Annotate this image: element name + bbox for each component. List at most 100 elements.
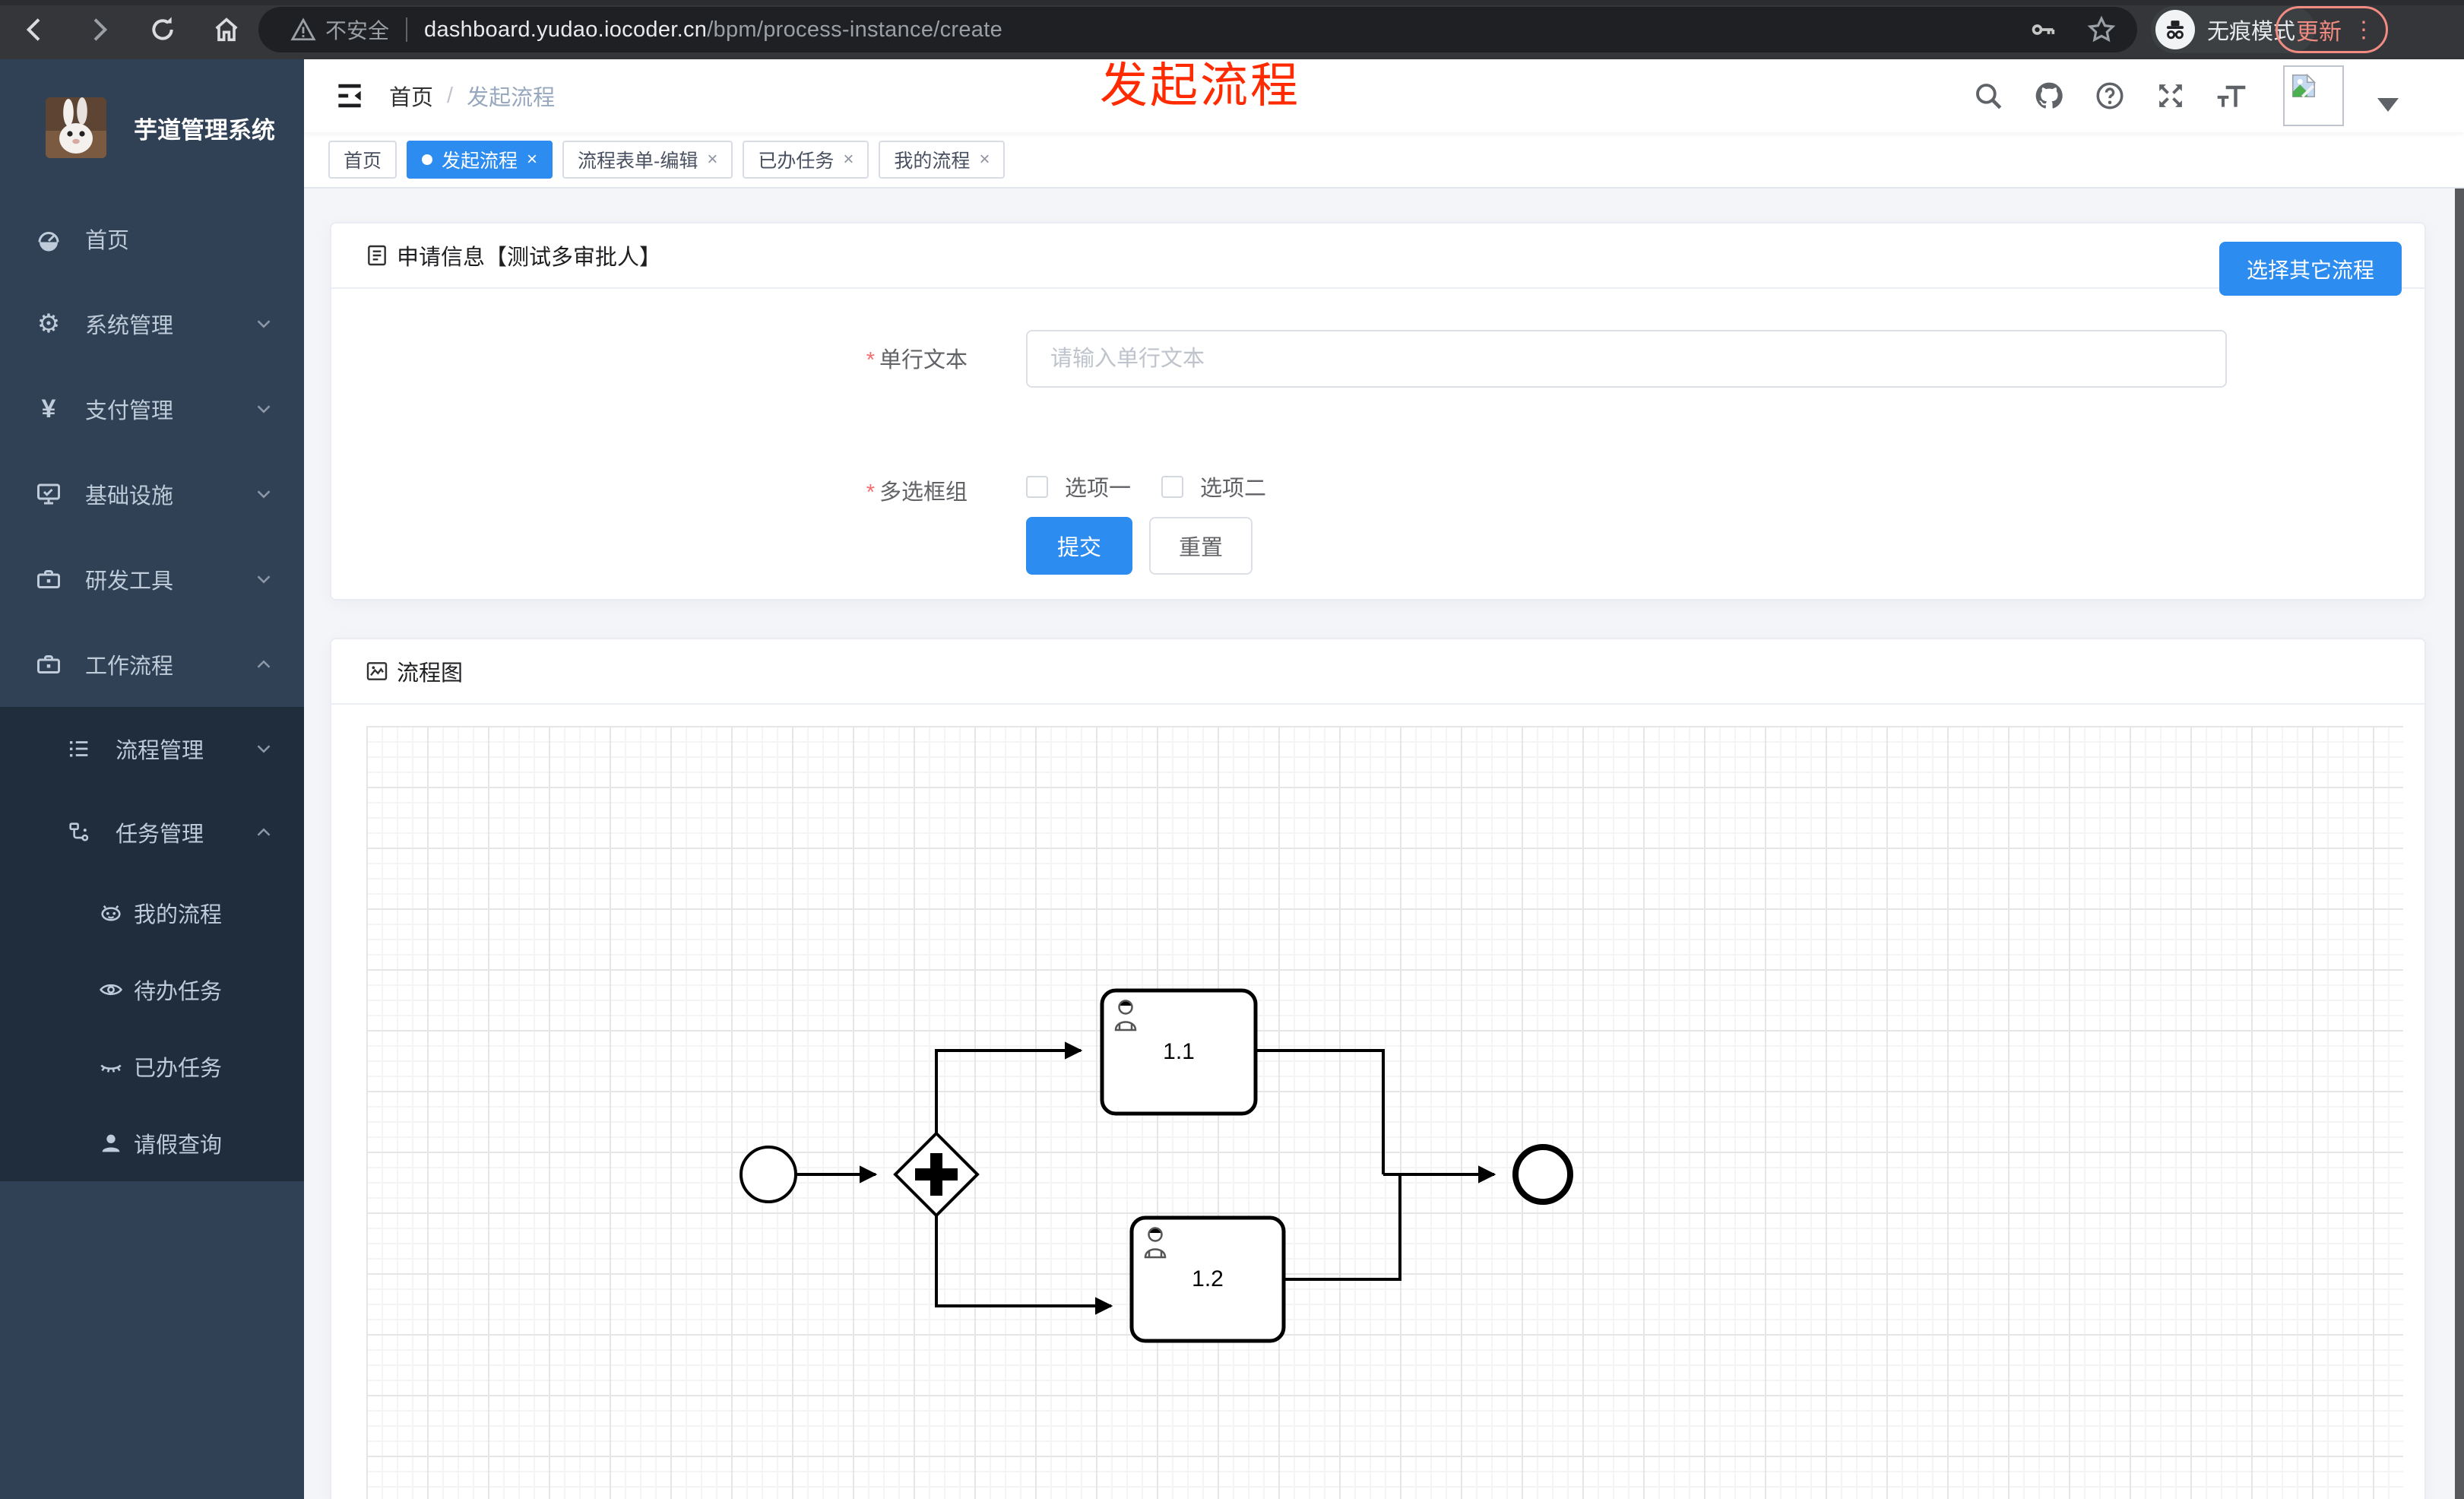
choose-other-process-button[interactable]: 选择其它流程 xyxy=(2219,242,2402,296)
tag-tab-done-tasks[interactable]: 已办任务 × xyxy=(743,141,869,179)
breadcrumb: 首页 / 发起流程 xyxy=(389,59,555,132)
insecure-warning-icon[interactable] xyxy=(290,17,316,43)
sidebar-item-todo-tasks[interactable]: 待办任务 xyxy=(0,951,304,1028)
sidebar-item-done-tasks[interactable]: 已办任务 xyxy=(0,1028,304,1104)
page-header: 首页 / 发起流程 xyxy=(304,59,2464,132)
close-icon[interactable]: × xyxy=(527,151,537,169)
bpmn-parallel-gateway[interactable] xyxy=(893,1131,980,1218)
help-icon[interactable] xyxy=(2090,76,2130,116)
close-icon[interactable]: × xyxy=(979,151,990,169)
sidebar-item-workflow[interactable]: 工作流程 xyxy=(0,622,304,707)
app-logo-row[interactable]: 芋道管理系统 xyxy=(0,59,304,196)
submit-button[interactable]: 提交 xyxy=(1026,517,1132,575)
sidebar-item-devtools[interactable]: 研发工具 xyxy=(0,537,304,622)
close-icon[interactable]: × xyxy=(843,151,854,169)
browser-tabstrip xyxy=(0,0,2464,5)
svg-text:1.1: 1.1 xyxy=(1163,1039,1195,1064)
breadcrumb-home[interactable]: 首页 xyxy=(389,80,433,112)
tag-tab-form-edit[interactable]: 流程表单-编辑 × xyxy=(562,141,733,179)
sidebar: 芋道管理系统 首页 ⚙ 系统管理 ¥ 支付管理 基础设施 研发工具 工作流程 流… xyxy=(0,59,304,1499)
chevron-down-icon xyxy=(252,398,275,420)
single-line-text-input[interactable] xyxy=(1026,330,2227,388)
user-avatar[interactable] xyxy=(2283,65,2344,126)
breadcrumb-separator: / xyxy=(447,83,454,108)
page-scrollbar[interactable] xyxy=(2455,59,2464,1499)
font-size-icon[interactable] xyxy=(2212,76,2251,116)
svg-text:1.2: 1.2 xyxy=(1192,1266,1224,1291)
chevron-down-icon xyxy=(252,737,275,760)
chevron-down-icon xyxy=(252,312,275,335)
password-key-icon[interactable] xyxy=(2028,14,2058,45)
checkbox-group: 选项一 选项二 xyxy=(1026,471,1266,502)
main-content: 申请信息【测试多审批人】 选择其它流程 *单行文本 *多选框组 选项一 选项二 … xyxy=(304,189,2464,1499)
toolbox-icon xyxy=(33,566,64,593)
chevron-up-icon xyxy=(252,821,275,844)
url-bar[interactable]: 不安全 dashboard.yudao.iocoder.cn/bpm/proce… xyxy=(258,7,2137,52)
chevron-up-icon xyxy=(252,653,275,676)
browser-forward-button[interactable] xyxy=(79,10,119,49)
tree-list-icon xyxy=(64,736,94,762)
bookmark-star-icon[interactable] xyxy=(2086,14,2117,46)
tags-view-bar: 首页 发起流程 × 流程表单-编辑 × 已办任务 × 我的流程 × xyxy=(304,132,2464,189)
document-icon xyxy=(365,243,389,268)
eye-closed-icon xyxy=(96,1054,126,1079)
sidebar-item-home[interactable]: 首页 xyxy=(0,196,304,281)
active-dot xyxy=(422,154,433,165)
red-annotation-text: 发起流程 xyxy=(1100,59,1300,113)
form-card-title: 申请信息【测试多审批人】 xyxy=(397,246,662,270)
chevron-down-icon xyxy=(252,568,275,591)
url-security-label[interactable]: 不安全 xyxy=(325,14,389,45)
bpmn-start-event[interactable] xyxy=(740,1146,797,1203)
tag-tab-start-process[interactable]: 发起流程 × xyxy=(407,141,553,179)
picture-icon xyxy=(365,659,389,683)
checkbox-group-label: * 多选框组 xyxy=(866,480,968,505)
close-icon[interactable]: × xyxy=(707,151,717,169)
checkbox-option-2[interactable]: 选项二 xyxy=(1161,471,1266,502)
tag-tab-home[interactable]: 首页 xyxy=(328,141,397,179)
robot-face-icon xyxy=(96,900,126,926)
sidebar-item-payment[interactable]: ¥ 支付管理 xyxy=(0,366,304,452)
eye-open-icon xyxy=(96,977,126,1003)
broken-image-icon xyxy=(2291,73,2317,98)
checkbox-option-1[interactable]: 选项一 xyxy=(1026,471,1131,502)
browser-update-button[interactable]: 更新 ⋮ xyxy=(2276,6,2388,53)
app-title: 芋道管理系统 xyxy=(134,116,275,144)
incognito-icon xyxy=(2155,10,2195,49)
bpmn-user-task-1-2[interactable]: 1.2 xyxy=(1129,1215,1286,1343)
diagram-card-title: 流程图 xyxy=(397,661,464,686)
url-separator xyxy=(406,17,408,42)
sidebar-item-task-mgmt[interactable]: 任务管理 xyxy=(0,791,304,874)
monitor-icon xyxy=(33,480,64,508)
flow-branch-icon xyxy=(64,819,94,845)
sidebar-item-leave-query[interactable]: 请假查询 xyxy=(0,1104,304,1181)
sidebar-item-process-mgmt[interactable]: 流程管理 xyxy=(0,707,304,791)
fullscreen-icon[interactable] xyxy=(2151,76,2190,116)
browser-reload-button[interactable] xyxy=(143,10,182,49)
sidebar-item-system[interactable]: ⚙ 系统管理 xyxy=(0,281,304,366)
avatar-dropdown-caret[interactable] xyxy=(2377,98,2399,112)
bpmn-canvas[interactable]: 1.1 1.2 xyxy=(366,726,2403,1499)
github-icon[interactable] xyxy=(2029,76,2069,116)
checkbox-icon[interactable] xyxy=(1026,475,1048,498)
yen-icon: ¥ xyxy=(41,395,56,423)
sidebar-item-my-process[interactable]: 我的流程 xyxy=(0,874,304,951)
checkbox-icon[interactable] xyxy=(1161,475,1184,498)
url-host: dashboard.yudao.iocoder.cn xyxy=(424,17,708,42)
text-field-label: * 单行文本 xyxy=(866,348,968,372)
workflow-submenu: 流程管理 任务管理 我的流程 待办任务 已办任务 请假查询 xyxy=(0,707,304,1181)
browser-home-button[interactable] xyxy=(207,10,246,49)
reset-button[interactable]: 重置 xyxy=(1149,517,1253,575)
breadcrumb-current: 发起流程 xyxy=(467,86,556,110)
sidebar-item-infrastructure[interactable]: 基础设施 xyxy=(0,452,304,537)
gear-icon: ⚙ xyxy=(36,309,61,338)
sidebar-collapse-icon[interactable] xyxy=(331,78,368,114)
chevron-down-icon xyxy=(252,483,275,505)
application-form-card: 申请信息【测试多审批人】 选择其它流程 *单行文本 *多选框组 选项一 选项二 … xyxy=(330,222,2426,601)
browser-back-button[interactable] xyxy=(15,10,55,49)
bpmn-user-task-1-1[interactable]: 1.1 xyxy=(1100,988,1258,1116)
tag-tab-my-process[interactable]: 我的流程 × xyxy=(879,141,1006,179)
browser-menu-dots-icon[interactable]: ⋮ xyxy=(2352,17,2375,43)
search-icon[interactable] xyxy=(1968,76,2008,116)
app-logo-image xyxy=(46,97,106,158)
bpmn-end-event[interactable] xyxy=(1512,1144,1573,1205)
